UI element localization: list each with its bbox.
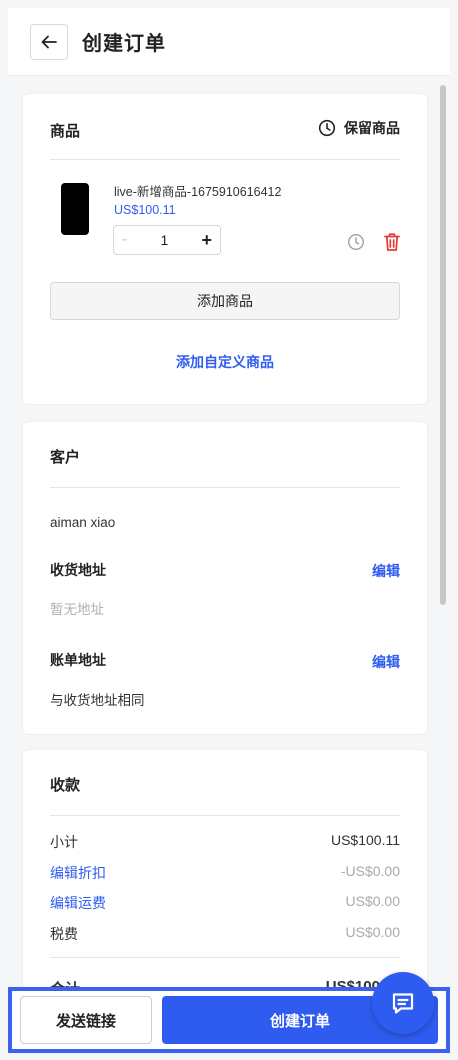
tax-label: 税费 [50,926,78,942]
quantity-value[interactable]: 1 [161,232,169,248]
chat-icon [392,993,414,1014]
subtotal-row: 小计 US$100.11 [50,832,400,852]
shipping-value: US$0.00 [345,893,400,909]
clock-icon [318,119,336,137]
customer-title: 客户 [50,449,81,466]
payment-card: 收款 小计 US$100.11 编辑折扣 -US$0.00 编辑运费 US$0.… [22,749,428,987]
page-title: 创建订单 [82,33,166,55]
billing-address-label: 账单地址 [50,652,106,668]
product-thumbnail [61,183,89,235]
page-header: 创建订单 [8,8,450,76]
send-link-button[interactable]: 发送链接 [20,996,152,1044]
add-product-button[interactable]: 添加商品 [50,282,400,320]
products-card: 商品 保留商品 live-新增商品-1675910616412 US$100.1… [22,93,428,405]
increment-button[interactable]: + [201,230,212,251]
trash-icon[interactable] [383,232,401,252]
customer-card: 客户 aiman xiao 收货地址 编辑 暂无地址 账单地址 编辑 与收货地址… [22,421,428,735]
customer-name: aiman xiao [50,515,116,530]
subtotal-value: US$100.11 [330,832,400,848]
scrollbar-thumb[interactable] [440,85,446,605]
reserve-products-label: 保留商品 [344,120,400,136]
billing-address-value: 与收货地址相同 [50,693,145,708]
edit-billing-address-link[interactable]: 编辑 [372,652,400,672]
products-title: 商品 [50,123,81,140]
subtotal-label: 小计 [50,834,78,850]
reserve-products-button[interactable]: 保留商品 [318,118,400,138]
discount-value: -US$0.00 [340,863,400,879]
total-row: 合计 US$100.11 [50,978,400,987]
product-name: live-新增商品-1675910616412 [114,185,282,199]
back-button[interactable] [30,23,68,60]
decrement-button[interactable]: - [122,231,127,249]
divider [50,815,400,816]
divider [50,957,400,958]
clock-icon[interactable] [347,233,365,251]
total-label: 合计 [50,978,80,987]
scroll-area[interactable]: 商品 保留商品 live-新增商品-1675910616412 US$100.1… [8,77,450,987]
edit-shipping-address-link[interactable]: 编辑 [372,561,400,581]
edit-discount-link[interactable]: 编辑折扣 [50,863,106,883]
tax-row: 税费 US$0.00 [50,924,400,944]
arrow-left-icon [41,35,57,48]
divider [50,159,400,160]
payment-title: 收款 [50,777,81,794]
shipping-row: 编辑运费 US$0.00 [50,893,400,913]
chat-button[interactable] [372,972,434,1034]
shipping-address-value: 暂无地址 [50,602,104,617]
shipping-address-label: 收货地址 [50,562,106,578]
product-actions [347,232,401,252]
product-price: US$100.11 [114,203,176,217]
discount-row: 编辑折扣 -US$0.00 [50,863,400,883]
edit-shipping-link[interactable]: 编辑运费 [50,893,106,913]
add-custom-product-link[interactable]: 添加自定义商品 [23,352,427,372]
divider [50,487,400,488]
tax-value: US$0.00 [345,924,400,940]
quantity-stepper[interactable]: - 1 + [113,225,221,255]
